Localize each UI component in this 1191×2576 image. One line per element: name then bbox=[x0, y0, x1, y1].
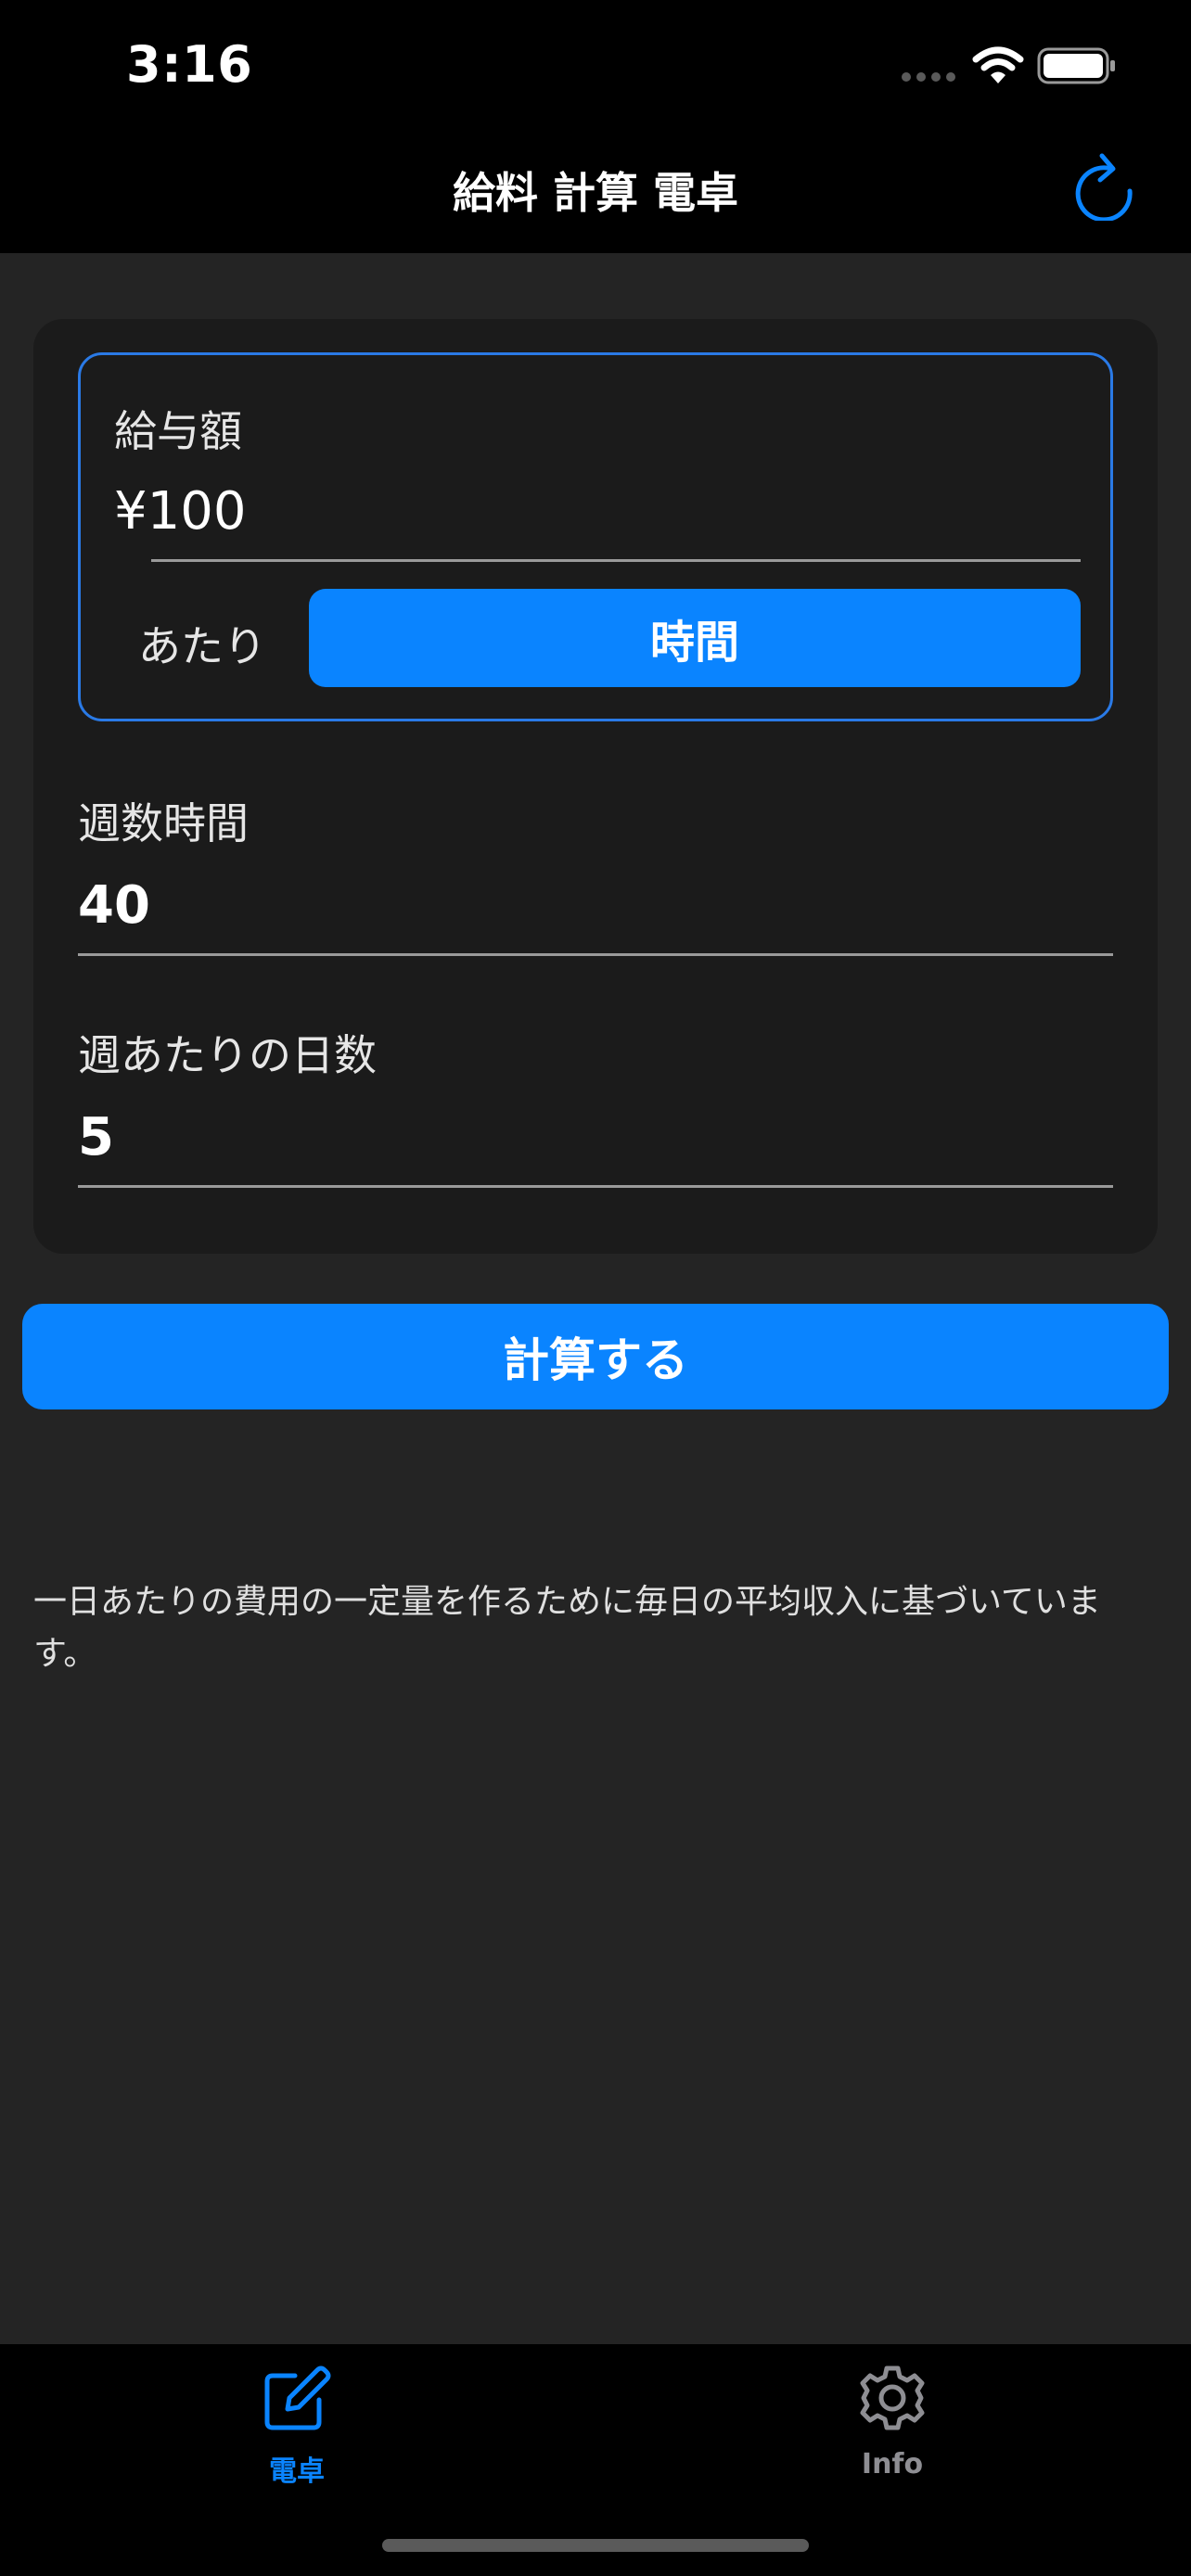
nav-title: 給料 計算 電卓 bbox=[452, 168, 739, 218]
tab-calculator[interactable]: 電卓 bbox=[204, 2363, 390, 2502]
weekly-hours-underline bbox=[78, 953, 1113, 956]
tab-calculator-label: 電卓 bbox=[269, 2455, 325, 2488]
weekly-hours-label: 週数時間 bbox=[78, 798, 249, 848]
wage-unit-button[interactable]: 時間 bbox=[309, 589, 1081, 687]
gear-icon bbox=[860, 2366, 925, 2430]
status-time: 3:16 bbox=[126, 35, 253, 94]
wage-input[interactable]: ¥100 bbox=[114, 481, 247, 542]
app-screen: 3:16 給料 計算 電卓 給与額 ¥100 あたり 時間 週数時間 40 週あ… bbox=[0, 0, 1191, 2576]
battery-icon bbox=[1037, 47, 1115, 84]
wage-input-underline bbox=[151, 559, 1081, 562]
days-per-week-label: 週あたりの日数 bbox=[78, 1030, 377, 1080]
days-per-week-input[interactable]: 5 bbox=[78, 1107, 114, 1167]
refresh-icon[interactable] bbox=[1072, 150, 1137, 221]
per-label: あたり bbox=[138, 621, 266, 671]
salary-form-card: 給与額 ¥100 あたり 時間 週数時間 40 週あたりの日数 5 bbox=[33, 319, 1158, 1254]
wage-label: 給与額 bbox=[114, 406, 242, 456]
days-per-week-underline bbox=[78, 1185, 1113, 1188]
home-indicator[interactable] bbox=[382, 2539, 809, 2552]
pencil-square-icon bbox=[264, 2366, 331, 2430]
wage-section: 給与額 ¥100 あたり 時間 bbox=[78, 352, 1113, 721]
wifi-icon bbox=[972, 46, 1024, 83]
tab-info-label: Info bbox=[861, 2448, 924, 2480]
calculate-button[interactable]: 計算する bbox=[22, 1304, 1169, 1409]
explanation-note: 一日あたりの費用の一定量を作るために毎日の平均収入に基づいています。 bbox=[33, 1583, 1101, 1673]
weekly-hours-input[interactable]: 40 bbox=[78, 875, 150, 936]
cellular-signal-icon bbox=[902, 72, 957, 83]
tab-info[interactable]: Info bbox=[800, 2363, 985, 2502]
top-bar: 3:16 給料 計算 電卓 bbox=[0, 0, 1191, 253]
